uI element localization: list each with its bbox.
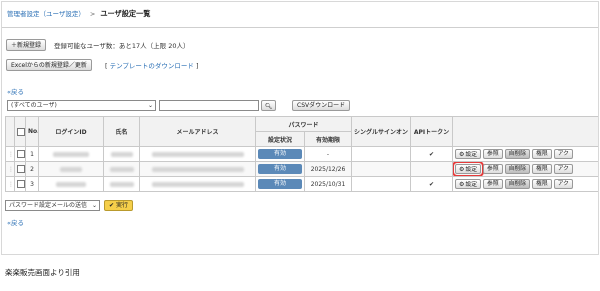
header-divider (2, 27, 598, 28)
header-name: 氏名 (103, 116, 140, 147)
row-pw-status: 有効 (255, 161, 305, 177)
row-checkbox[interactable] (14, 161, 26, 177)
new-register-button[interactable]: ＋新規登録 (6, 39, 47, 51)
delete-button[interactable]: 自削除 (504, 164, 531, 174)
settings-button[interactable]: ⚙設定 (455, 179, 482, 189)
row-login-id (38, 161, 104, 177)
search-input[interactable] (159, 100, 259, 111)
header-login-id: ログインID (38, 116, 104, 147)
breadcrumb-parent-link[interactable]: 管理者設定（ユーザ設定） (7, 10, 85, 18)
bulk-action-select[interactable]: パスワード設定メールの送信 ⌄ (5, 200, 100, 211)
drag-header (5, 116, 15, 147)
delete-button[interactable]: 自削除 (504, 179, 531, 189)
drag-handle-icon[interactable]: ⋮⋮ (5, 161, 15, 177)
chevron-down-icon: ⌄ (147, 102, 153, 109)
row-api-token: ✔ (410, 146, 454, 162)
header-actions (452, 116, 598, 147)
check-circle-icon: ✔ (109, 202, 115, 209)
status-badge[interactable]: 有効 (258, 164, 302, 174)
access-button[interactable]: アク (553, 164, 573, 174)
row-pw-expiry: - (303, 146, 353, 162)
row-no: 2 (25, 161, 39, 177)
header-api-token: APIトークン (410, 116, 454, 147)
permission-button[interactable]: 権限 (532, 164, 552, 174)
gear-icon: ⚙ (459, 151, 465, 158)
app-frame: 管理者設定（ユーザ設定） > ユーザ設定一覧 ＋新規登録 登録可能なユーザ数：あと1… (1, 1, 599, 255)
page-title: ユーザ設定一覧 (100, 9, 151, 18)
execute-button[interactable]: ✔ 実行 (104, 200, 133, 211)
permission-button[interactable]: 権限 (532, 149, 552, 159)
permission-button[interactable]: 権限 (532, 179, 552, 189)
delete-button[interactable]: 自削除 (504, 149, 531, 159)
header-pw-expiry: 有効期限 (303, 131, 353, 147)
row-no: 1 (25, 146, 39, 162)
row-pw-status: 有効 (255, 176, 305, 192)
caption: 楽楽販売画面より引用 (5, 268, 80, 277)
back-link-top[interactable]: «戻る (7, 86, 24, 96)
user-filter-select[interactable]: (すべてのユーザ) ⌄ (7, 100, 156, 111)
row-name (103, 146, 140, 162)
access-button[interactable]: アク (553, 179, 573, 189)
select-all-checkbox[interactable] (14, 116, 26, 147)
user-table: No. ログインID 氏名 メールアドレス パスワード シングルサインオン AP… (5, 116, 598, 192)
access-button[interactable]: アク (553, 149, 573, 159)
gear-icon: ⚙ (459, 181, 465, 188)
csv-download-button[interactable]: CSVダウンロード (292, 100, 351, 111)
header-mail: メールアドレス (139, 116, 256, 147)
row-mail (139, 176, 256, 192)
drag-handle-icon[interactable]: ⋮⋮ (5, 146, 15, 162)
chevron-down-icon: ⌄ (91, 202, 97, 209)
gear-icon: ⚙ (459, 166, 465, 173)
view-button[interactable]: 参照 (483, 164, 503, 174)
row-actions: ⚙設定 参照 自削除 権限 アク (452, 146, 598, 162)
header-password: パスワード (254, 116, 353, 132)
row-mail (139, 146, 256, 162)
row-sso (351, 146, 412, 162)
row-actions: ⚙設定 参照 自削除 権限 アク (452, 176, 598, 192)
row-pw-expiry: 2025/10/31 (303, 176, 353, 192)
row-pw-status: 有効 (255, 146, 305, 162)
status-badge[interactable]: 有効 (258, 179, 302, 189)
row-api-token (410, 161, 454, 177)
row-sso (351, 161, 412, 177)
drag-handle-icon[interactable]: ⋮⋮ (5, 176, 15, 192)
row-name (103, 161, 140, 177)
breadcrumb-separator: > (89, 10, 96, 18)
row-actions: ⚙設定 参照 自削除 権限 アク (452, 161, 598, 177)
excel-import-button[interactable]: Excelからの新規登録／更新 (6, 59, 92, 71)
table-row: ⋮⋮ 3 有効 2025/10/31 ✔ ⚙設定参照自削除権限アク (5, 176, 598, 192)
row-checkbox[interactable] (14, 146, 26, 162)
template-download-link[interactable]: テンプレートのダウンロード (110, 62, 194, 70)
row-login-id (38, 176, 104, 192)
view-button[interactable]: 参照 (483, 179, 503, 189)
settings-button[interactable]: ⚙設定 (455, 149, 482, 159)
view-button[interactable]: 参照 (483, 149, 503, 159)
status-badge[interactable]: 有効 (258, 149, 302, 159)
table-row: ⋮⋮ 2 有効 2025/12/26 ⚙設定参照自削除権限アク (5, 161, 598, 177)
header-pw-status: 設定状況 (255, 131, 305, 147)
settings-button-highlighted[interactable]: ⚙設定 (453, 162, 485, 176)
row-sso (351, 176, 412, 192)
breadcrumb: 管理者設定（ユーザ設定） > ユーザ設定一覧 (7, 8, 151, 19)
register-info-text: 登録可能なユーザ数：あと17人（上限 20人） (54, 42, 190, 50)
row-api-token: ✔ (410, 176, 454, 192)
row-name (103, 176, 140, 192)
row-pw-expiry: 2025/12/26 (303, 161, 353, 177)
search-button[interactable]: 🔍︎ (261, 100, 276, 111)
row-checkbox[interactable] (14, 176, 26, 192)
back-link-bottom[interactable]: «戻る (7, 217, 24, 227)
header-no: No. (25, 116, 39, 147)
template-download: [ テンプレートのダウンロード ] (105, 62, 199, 70)
row-no: 3 (25, 176, 39, 192)
header-sso: シングルサインオン (351, 116, 412, 147)
search-icon: 🔍︎ (264, 103, 273, 110)
row-mail (139, 161, 256, 177)
table-row: ⋮⋮ 1 有効 - ✔ ⚙設定参照自削除権限アク (5, 146, 598, 162)
row-login-id (38, 146, 104, 162)
